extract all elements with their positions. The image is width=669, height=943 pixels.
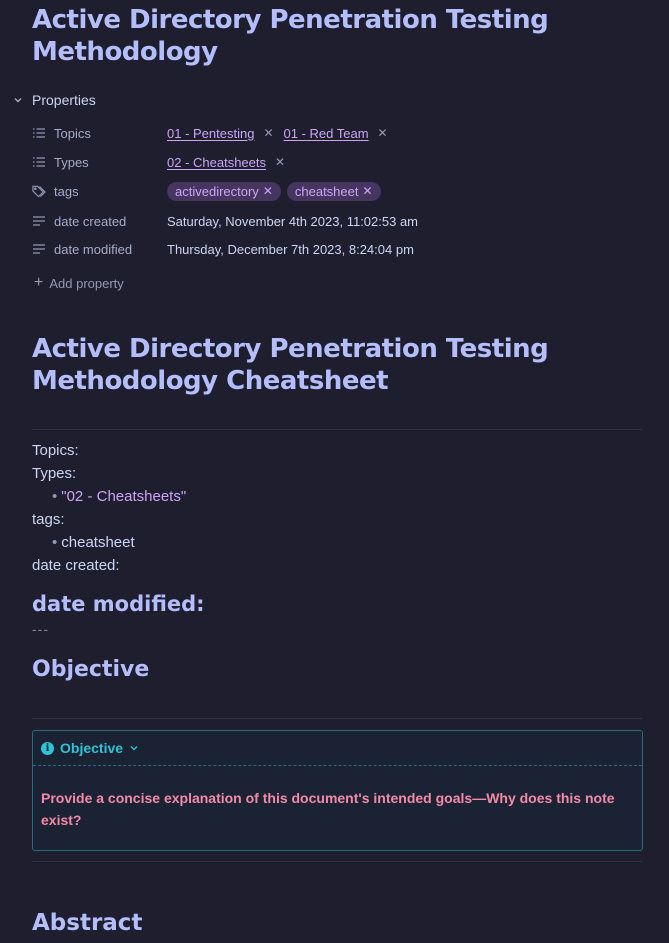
property-key[interactable]: Topics — [32, 126, 167, 141]
divider — [32, 861, 642, 862]
remove-icon[interactable]: ✕ — [263, 126, 273, 140]
property-key[interactable]: Types — [32, 155, 167, 170]
abstract-heading: Abstract — [32, 910, 143, 936]
date-created-line: date created: — [32, 557, 120, 574]
properties-label: Properties — [32, 92, 96, 108]
objective-callout: i Objective Provide a concise explanatio… — [32, 730, 643, 851]
property-key[interactable]: date created — [32, 214, 167, 229]
remove-icon[interactable]: ✕ — [378, 126, 388, 140]
remove-icon[interactable]: ✕ — [362, 184, 372, 198]
properties-toggle[interactable]: Properties — [12, 89, 96, 111]
property-types: Types 02 - Cheatsheets ✕ — [32, 151, 632, 173]
list-item: • "02 - Cheatsheets" — [52, 488, 187, 505]
property-tags: tags activedirectory ✕ cheatsheet ✕ — [32, 180, 632, 202]
tag-pill[interactable]: cheatsheet ✕ — [286, 181, 381, 201]
tag-pill[interactable]: activedirectory ✕ — [167, 181, 281, 201]
chevron-down-icon — [129, 743, 139, 753]
chevron-down-icon — [12, 94, 24, 106]
add-property-button[interactable]: + Add property — [34, 272, 124, 294]
types-line: Types: — [32, 465, 77, 482]
types-item: "02 - Cheatsheets" — [61, 488, 187, 505]
property-date-created: date created Saturday, November 4th 2023… — [32, 210, 632, 232]
content-heading: Active Directory Penetration Testing Met… — [32, 334, 549, 396]
dashes-text: --- — [32, 621, 49, 637]
callout-header[interactable]: i Objective — [33, 731, 642, 766]
remove-icon[interactable]: ✕ — [275, 155, 285, 169]
plus-icon: + — [34, 274, 44, 291]
tags-icon — [32, 184, 46, 198]
tags-item: cheatsheet — [61, 534, 135, 551]
date-modified-value[interactable]: Thursday, December 7th 2023, 8:24:04 pm — [167, 242, 414, 257]
list-item: • cheatsheet — [52, 534, 135, 551]
topic-link[interactable]: 01 - Red Team — [284, 126, 369, 141]
date-modified-heading: date modified: — [32, 592, 205, 616]
callout-title: Objective — [60, 740, 124, 756]
list-icon — [32, 126, 46, 140]
remove-icon[interactable]: ✕ — [263, 184, 273, 198]
note-view: Active Directory Penetration Testing Met… — [0, 0, 669, 943]
divider — [32, 429, 642, 430]
callout-body: Provide a concise explanation of this do… — [41, 790, 615, 828]
divider — [32, 718, 642, 719]
list-icon — [32, 155, 46, 169]
text-icon — [32, 214, 46, 228]
topics-line: Topics: — [32, 442, 79, 459]
info-icon: i — [41, 741, 54, 755]
property-key[interactable]: date modified — [32, 242, 167, 257]
text-icon — [32, 242, 46, 256]
type-link[interactable]: 02 - Cheatsheets — [167, 155, 266, 170]
property-topics: Topics 01 - Pentesting ✕ 01 - Red Team ✕ — [32, 122, 632, 144]
date-created-value[interactable]: Saturday, November 4th 2023, 11:02:53 am — [167, 214, 418, 229]
tags-line: tags: — [32, 511, 65, 528]
property-date-modified: date modified Thursday, December 7th 202… — [32, 238, 632, 260]
property-key[interactable]: tags — [32, 184, 167, 199]
note-title[interactable]: Active Directory Penetration Testing Met… — [32, 4, 552, 68]
objective-heading: Objective — [32, 657, 150, 682]
topic-link[interactable]: 01 - Pentesting — [167, 126, 254, 141]
